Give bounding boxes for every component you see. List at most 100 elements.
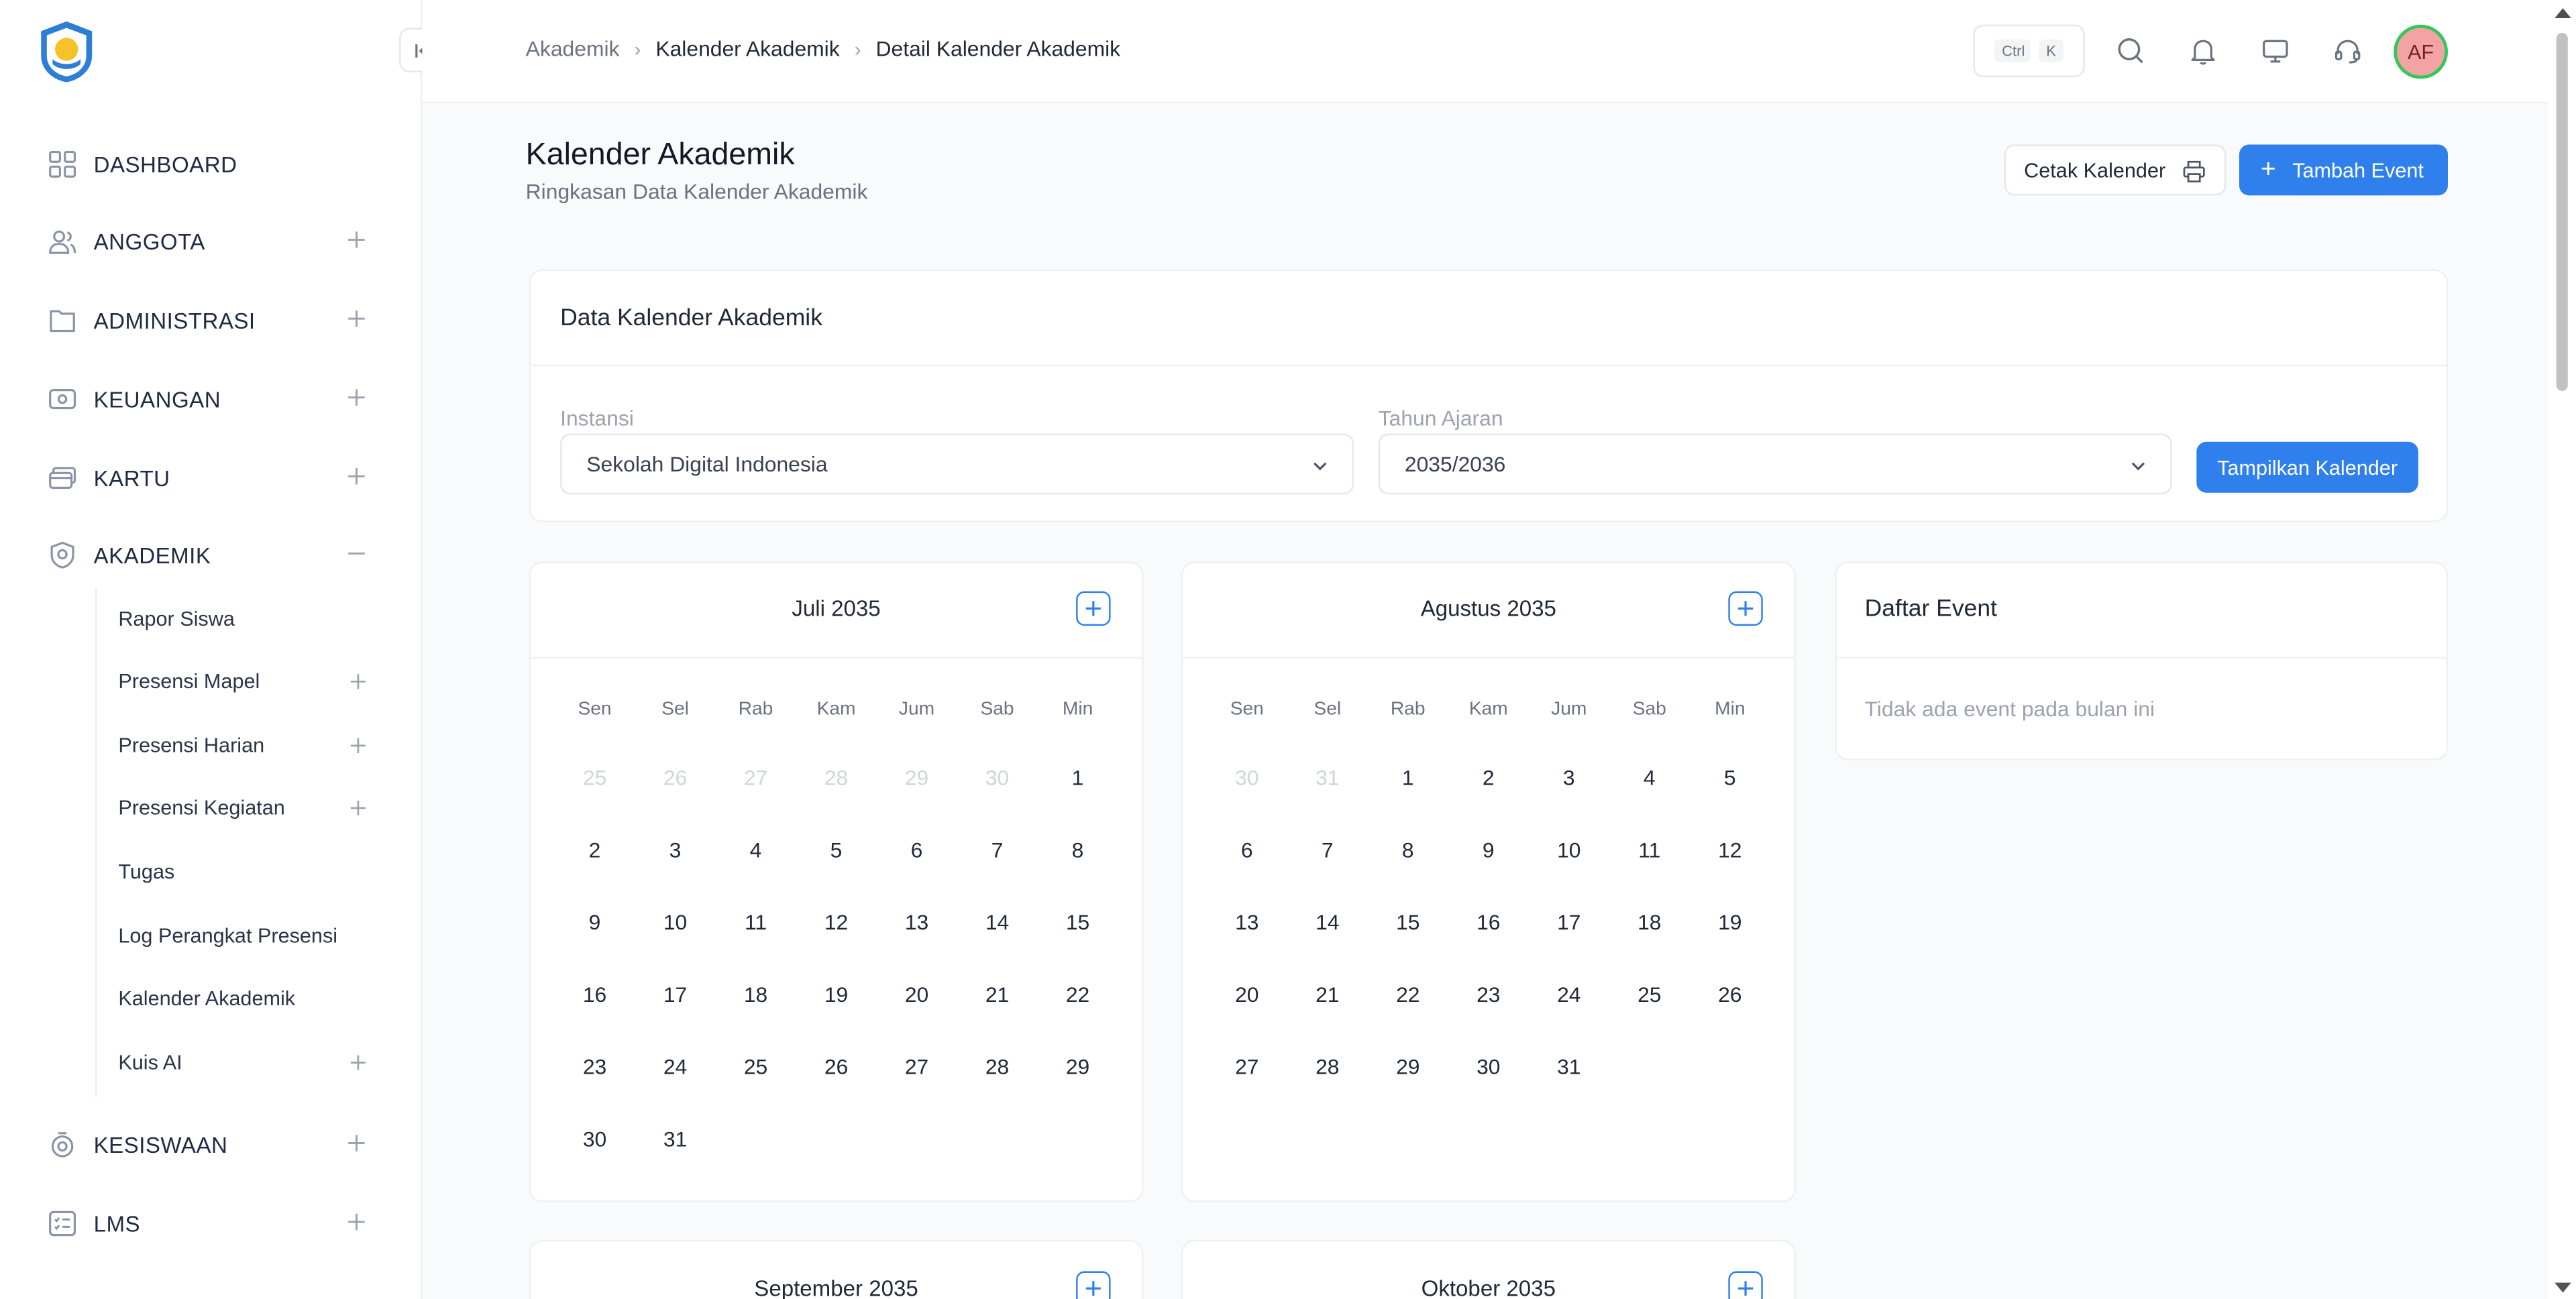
sidebar-sub-kuis-ai[interactable]: Kuis AI xyxy=(118,1046,368,1079)
breadcrumb-item[interactable]: Akademik xyxy=(526,36,620,61)
app-logo[interactable] xyxy=(34,19,99,84)
calendar-day[interactable]: 2 xyxy=(562,838,628,862)
calendar-day[interactable]: 10 xyxy=(1536,838,1602,862)
calendar-day[interactable]: 9 xyxy=(562,910,628,935)
calendar-day[interactable]: 25 xyxy=(1617,982,1682,1007)
calendar-day[interactable]: 21 xyxy=(1295,982,1360,1007)
calendar-day[interactable]: 13 xyxy=(884,910,950,935)
calendar-day-outside-month[interactable]: 30 xyxy=(1214,765,1280,790)
calendar-day[interactable]: 28 xyxy=(965,1054,1030,1079)
calendar-day[interactable]: 30 xyxy=(562,1127,628,1151)
calendar-day[interactable]: 23 xyxy=(562,1054,628,1079)
calendar-day[interactable]: 16 xyxy=(562,982,628,1007)
calendar-day[interactable]: 26 xyxy=(1697,982,1763,1007)
sidebar-item-dashboard[interactable]: DASHBOARD xyxy=(46,145,368,184)
calendar-day[interactable]: 2 xyxy=(1456,765,1521,790)
breadcrumb-item[interactable]: Kalender Akademik xyxy=(655,36,839,61)
calendar-day[interactable]: 14 xyxy=(1295,910,1360,935)
calendar-day-outside-month[interactable]: 27 xyxy=(723,765,789,790)
calendar-day-outside-month[interactable]: 29 xyxy=(884,765,950,790)
calendar-day[interactable]: 27 xyxy=(884,1054,950,1079)
command-palette-shortcut[interactable]: Ctrl K xyxy=(1973,24,2085,78)
sidebar-sub-presensi-mapel[interactable]: Presensi Mapel xyxy=(118,665,368,698)
calendar-day[interactable]: 3 xyxy=(643,838,708,862)
sidebar-sub-presensi-harian[interactable]: Presensi Harian xyxy=(118,729,368,762)
calendar-day[interactable]: 4 xyxy=(1617,765,1682,790)
calendar-day[interactable]: 31 xyxy=(643,1127,708,1151)
calendar-day[interactable]: 17 xyxy=(643,982,708,1007)
add-event-month-button[interactable] xyxy=(1076,591,1111,626)
calendar-day[interactable]: 23 xyxy=(1456,982,1521,1007)
calendar-day[interactable]: 18 xyxy=(723,982,789,1007)
calendar-day[interactable]: 18 xyxy=(1617,910,1682,935)
sidebar-item-akademik[interactable]: AKADEMIK xyxy=(46,535,368,575)
print-calendar-button[interactable]: Cetak Kalender xyxy=(2004,144,2226,196)
calendar-day[interactable]: 5 xyxy=(1697,765,1763,790)
calendar-day-outside-month[interactable]: 26 xyxy=(643,765,708,790)
expand-icon[interactable] xyxy=(345,1131,368,1154)
calendar-day[interactable]: 29 xyxy=(1375,1054,1441,1079)
scroll-thumb[interactable] xyxy=(2556,32,2568,391)
sidebar-item-kartu[interactable]: KARTU xyxy=(46,458,368,498)
sidebar-sub-rapor-siswa[interactable]: Rapor Siswa xyxy=(118,603,368,636)
calendar-day[interactable]: 27 xyxy=(1214,1054,1280,1079)
calendar-day-outside-month[interactable]: 31 xyxy=(1295,765,1360,790)
calendar-day[interactable]: 19 xyxy=(1697,910,1763,935)
sidebar-sub-kalender-akademik[interactable]: Kalender Akademik xyxy=(118,982,368,1015)
calendar-day-outside-month[interactable]: 25 xyxy=(562,765,628,790)
sidebar-item-lms[interactable]: LMS xyxy=(46,1204,368,1243)
sidebar-sub-tugas[interactable]: Tugas xyxy=(118,856,368,889)
calendar-day[interactable]: 7 xyxy=(1295,838,1360,862)
calendar-day[interactable]: 8 xyxy=(1375,838,1441,862)
calendar-day[interactable]: 17 xyxy=(1536,910,1602,935)
page-scrollbar[interactable] xyxy=(2548,0,2576,1299)
calendar-day[interactable]: 1 xyxy=(1375,765,1441,790)
calendar-day[interactable]: 29 xyxy=(1045,1054,1111,1079)
sidebar-item-administrasi[interactable]: ADMINISTRASI xyxy=(46,300,368,340)
add-event-button[interactable]: + Tambah Event xyxy=(2239,144,2449,196)
collapse-icon[interactable] xyxy=(345,542,368,565)
calendar-day[interactable]: 19 xyxy=(804,982,869,1007)
calendar-day[interactable]: 14 xyxy=(965,910,1030,935)
calendar-day[interactable]: 21 xyxy=(965,982,1030,1007)
calendar-day[interactable]: 4 xyxy=(723,838,789,862)
monitor-icon[interactable] xyxy=(2259,34,2292,67)
calendar-day[interactable]: 7 xyxy=(965,838,1030,862)
calendar-day[interactable]: 30 xyxy=(1456,1054,1521,1079)
calendar-day[interactable]: 24 xyxy=(1536,982,1602,1007)
calendar-day[interactable]: 12 xyxy=(804,910,869,935)
calendar-day[interactable]: 9 xyxy=(1456,838,1521,862)
scroll-up-arrow-icon[interactable] xyxy=(2555,8,2571,18)
calendar-day[interactable]: 11 xyxy=(1617,838,1682,862)
tahun-ajaran-select[interactable]: 2035/2036 xyxy=(1378,433,2172,495)
calendar-day[interactable]: 15 xyxy=(1045,910,1111,935)
expand-icon[interactable] xyxy=(348,672,368,691)
calendar-day[interactable]: 13 xyxy=(1214,910,1280,935)
sidebar-item-kesiswaan[interactable]: KESISWAAN xyxy=(46,1125,368,1165)
calendar-day[interactable]: 8 xyxy=(1045,838,1111,862)
expand-icon[interactable] xyxy=(345,465,368,488)
instansi-select[interactable]: Sekolah Digital Indonesia xyxy=(560,433,1354,495)
calendar-day[interactable]: 1 xyxy=(1045,765,1111,790)
calendar-day[interactable]: 24 xyxy=(643,1054,708,1079)
expand-icon[interactable] xyxy=(345,1210,368,1233)
sidebar-item-keuangan[interactable]: KEUANGAN xyxy=(46,380,368,419)
calendar-day[interactable]: 26 xyxy=(804,1054,869,1079)
calendar-day-outside-month[interactable]: 30 xyxy=(965,765,1030,790)
calendar-day[interactable]: 12 xyxy=(1697,838,1763,862)
calendar-day[interactable]: 20 xyxy=(1214,982,1280,1007)
calendar-day-outside-month[interactable]: 28 xyxy=(804,765,869,790)
scroll-down-arrow-icon[interactable] xyxy=(2555,1282,2571,1293)
calendar-day[interactable]: 5 xyxy=(804,838,869,862)
expand-icon[interactable] xyxy=(345,228,368,251)
sidebar-item-anggota[interactable]: ANGGOTA xyxy=(46,222,368,262)
avatar[interactable]: AF xyxy=(2394,24,2449,79)
show-calendar-button[interactable]: Tampilkan Kalender xyxy=(2196,441,2418,493)
search-icon[interactable] xyxy=(2114,34,2147,67)
calendar-day[interactable]: 15 xyxy=(1375,910,1441,935)
sidebar-sub-presensi-kegiatan[interactable]: Presensi Kegiatan xyxy=(118,791,368,824)
calendar-day[interactable]: 22 xyxy=(1045,982,1111,1007)
calendar-day[interactable]: 31 xyxy=(1536,1054,1602,1079)
add-event-month-button[interactable] xyxy=(1728,1271,1763,1299)
bell-icon[interactable] xyxy=(2187,34,2220,67)
